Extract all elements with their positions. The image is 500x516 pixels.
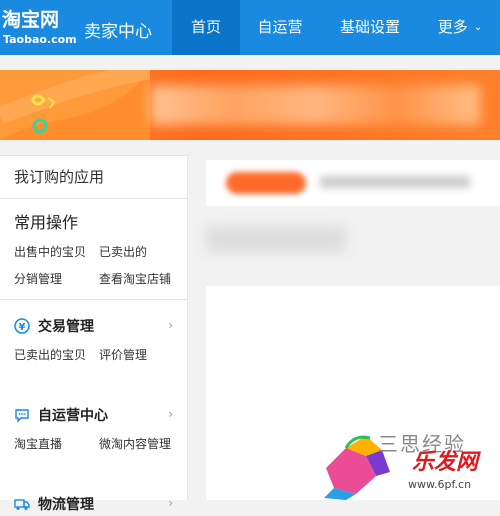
nav-home-label: 首页 <box>190 18 221 36</box>
banner-decoration <box>0 70 152 140</box>
common-links-row-2: 分销管理 查看淘宝店铺 <box>0 270 187 287</box>
banner-blurred-text <box>150 85 480 125</box>
svg-text:¥: ¥ <box>19 322 26 333</box>
promo-banner[interactable] <box>0 70 500 140</box>
link-taobao-live[interactable]: 淘宝直播 <box>14 435 99 452</box>
group-self-operation-header[interactable]: 自运营中心 <box>0 405 187 425</box>
top-nav-bar: 淘宝网 Taobao.com 卖家中心 首页 自运营 基础设置 更多 ⌄ <box>0 0 500 55</box>
watermark: 三思经验 乐发网 www.6pf.cn <box>316 428 500 500</box>
taobao-logo[interactable]: 淘宝网 Taobao.com <box>0 0 78 55</box>
nav-basic-settings-label: 基础设置 <box>339 18 400 36</box>
nav-home[interactable]: 首页 <box>172 0 240 55</box>
group-logistics-management: 物流管理 › <box>0 478 187 514</box>
blurred-section-title <box>206 226 346 252</box>
sidebar: 我订购的应用 常用操作 出售中的宝贝 已卖出的 分销管理 查看淘宝店铺 ¥ 交易… <box>0 155 188 513</box>
nav-basic-settings[interactable]: 基础设置 <box>320 0 420 55</box>
blurred-breadcrumb-text <box>320 176 470 188</box>
chevron-right-icon[interactable]: › <box>168 407 173 421</box>
link-items-on-sale[interactable]: 出售中的宝贝 <box>14 243 99 260</box>
link-review-management[interactable]: 评价管理 <box>99 346 184 363</box>
chat-icon <box>14 407 30 423</box>
chevron-right-icon[interactable]: › <box>168 496 173 510</box>
logo-text: 淘宝网 <box>2 9 60 31</box>
logo-subtext: Taobao.com <box>3 33 77 46</box>
watermark-red-text: 乐发网 <box>412 450 479 475</box>
group-self-operation-center: 自运营中心 › 淘宝直播 微淘内容管理 <box>0 389 187 452</box>
chevron-down-icon: ⌄ <box>473 22 483 33</box>
nav-self-operation[interactable]: 自运营 <box>240 0 320 55</box>
group-self-operation-title: 自运营中心 <box>38 408 108 424</box>
link-distribution-management[interactable]: 分销管理 <box>14 270 99 287</box>
common-actions-title: 常用操作 <box>14 213 79 232</box>
watermark-url: www.6pf.cn <box>408 478 472 491</box>
sidebar-heading[interactable]: 我订购的应用 <box>0 155 187 199</box>
trade-links: 已卖出的宝贝 评价管理 <box>0 346 187 363</box>
nav-more[interactable]: 更多 ⌄ <box>420 0 500 55</box>
group-trade-management-header[interactable]: ¥ 交易管理 <box>0 316 187 336</box>
common-links-row-1: 出售中的宝贝 已卖出的 <box>0 243 187 260</box>
nav-self-operation-label: 自运营 <box>257 18 303 36</box>
group-trade-management-title: 交易管理 <box>38 319 94 335</box>
group-logistics-header[interactable]: 物流管理 <box>0 494 187 514</box>
blurred-badge <box>226 172 306 194</box>
group-trade-management: ¥ 交易管理 › 已卖出的宝贝 评价管理 <box>0 299 187 363</box>
chevron-right-icon[interactable]: › <box>168 318 173 332</box>
self-operation-links: 淘宝直播 微淘内容管理 <box>0 435 187 452</box>
nav-more-label: 更多 <box>437 18 468 36</box>
group-logistics-title: 物流管理 <box>38 497 94 513</box>
yuan-icon: ¥ <box>14 318 30 334</box>
seller-center-title[interactable]: 卖家中心 <box>84 17 152 42</box>
link-sold-items-partial[interactable]: 已卖出的 <box>99 243 184 260</box>
link-weitao-content[interactable]: 微淘内容管理 <box>99 435 184 452</box>
link-sold-items[interactable]: 已卖出的宝贝 <box>14 346 99 363</box>
link-view-store[interactable]: 查看淘宝店铺 <box>99 270 184 287</box>
truck-icon <box>14 496 30 512</box>
